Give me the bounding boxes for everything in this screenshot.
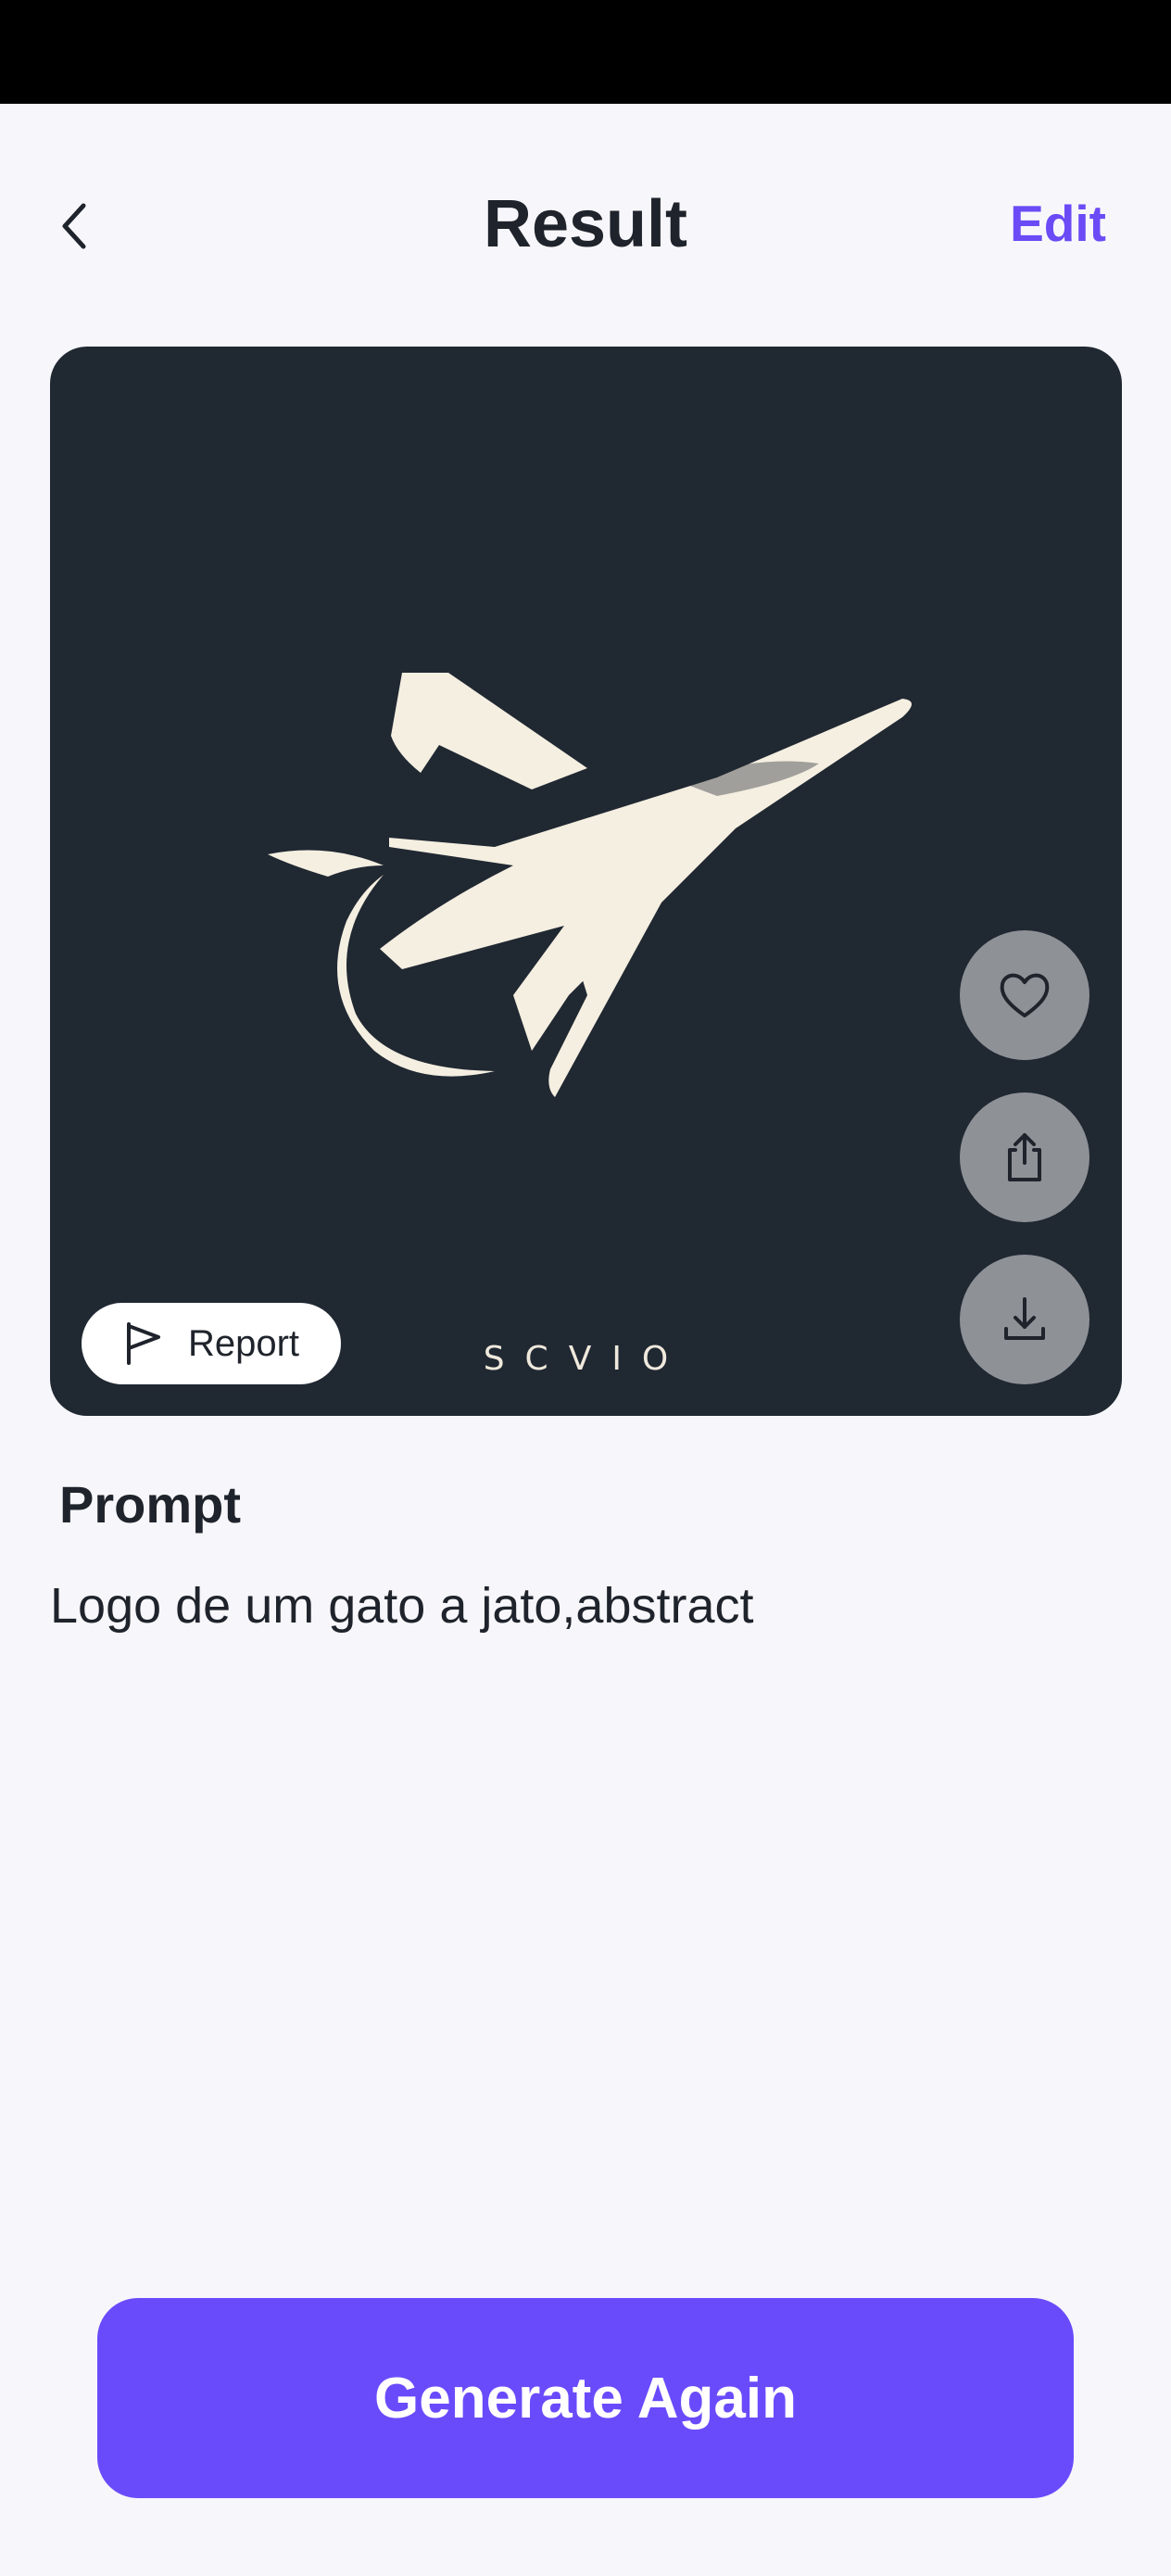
heart-icon <box>1000 973 1050 1017</box>
prompt-text: Logo de um gato a jato,abstract <box>50 1578 754 1634</box>
share-icon <box>1008 1133 1041 1181</box>
result-image: SCVIO Report <box>50 347 1122 1416</box>
jet-logo-image <box>268 673 912 1097</box>
header: Result Edit <box>0 104 1171 335</box>
status-bar <box>0 0 1171 104</box>
prompt-heading: Prompt <box>59 1475 241 1534</box>
share-button[interactable] <box>960 1092 1089 1222</box>
generate-again-button[interactable]: Generate Again <box>97 2298 1074 2498</box>
download-button[interactable] <box>960 1255 1089 1384</box>
favorite-button[interactable] <box>960 930 1089 1060</box>
page-title: Result <box>483 187 688 261</box>
download-icon <box>1004 1297 1045 1340</box>
report-button[interactable]: Report <box>82 1303 341 1384</box>
report-label: Report <box>187 1322 300 1364</box>
flag-icon <box>126 1322 160 1365</box>
edit-button[interactable]: Edit <box>1010 191 1106 258</box>
